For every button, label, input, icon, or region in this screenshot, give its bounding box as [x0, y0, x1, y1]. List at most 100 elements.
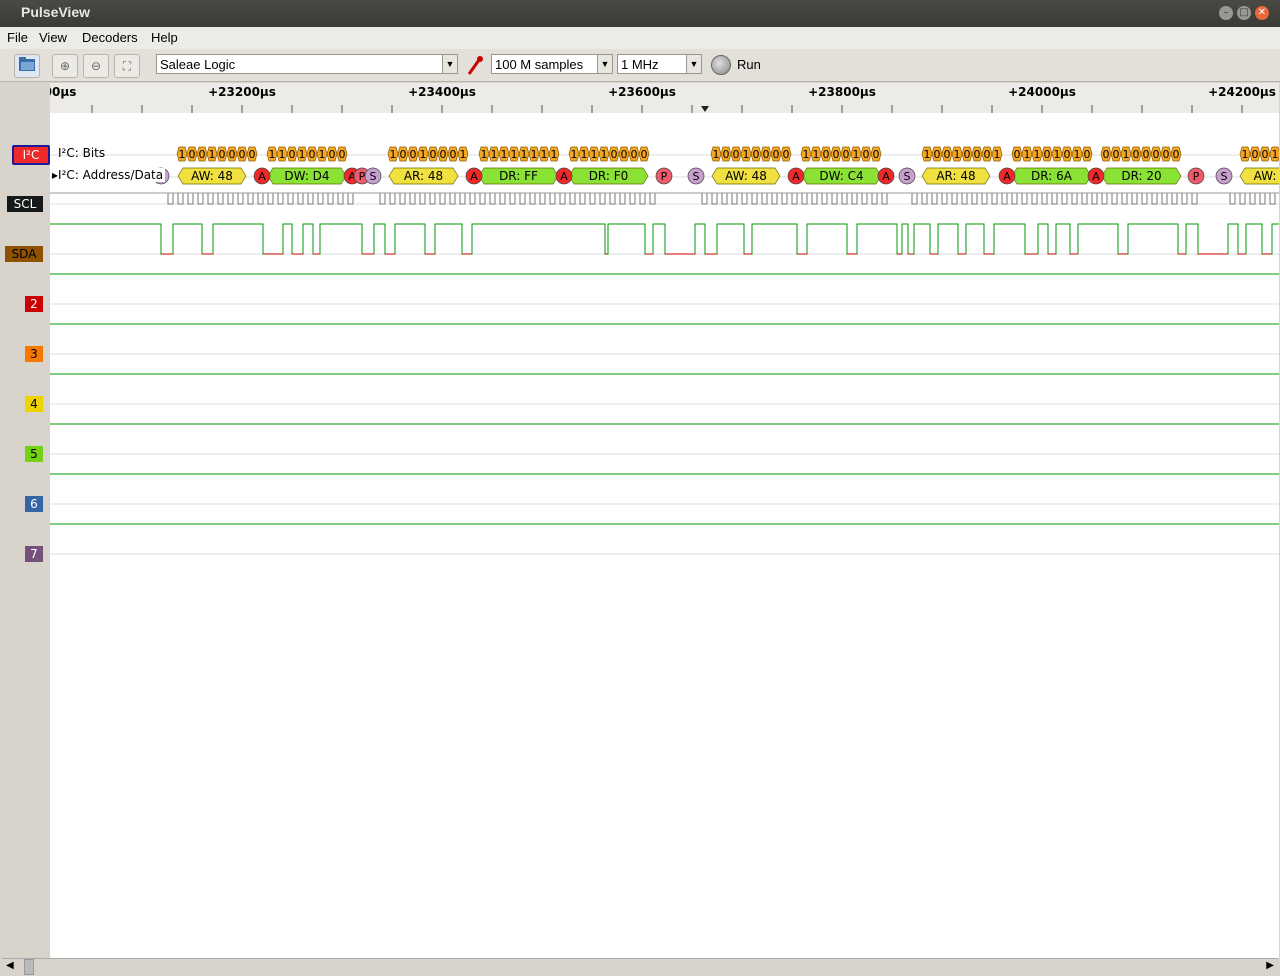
trace-ch3[interactable]: 3 — [25, 346, 43, 362]
scl-pulse — [569, 193, 576, 205]
scl-pulse — [1141, 193, 1148, 205]
bit-value: 1 — [1123, 148, 1130, 161]
scl-pulse — [327, 193, 334, 205]
scl-pulse — [931, 193, 938, 205]
scl-pulse — [1171, 193, 1178, 205]
close-icon[interactable]: ✕ — [1255, 6, 1269, 20]
run-button[interactable] — [711, 55, 731, 75]
scl-pulse — [741, 193, 748, 205]
bit-value: 1 — [319, 148, 326, 161]
waveform-canvas: 1001000011010100100100011111111111110000… — [50, 146, 1279, 555]
minimize-icon[interactable]: – — [1219, 6, 1233, 20]
bit-value: 0 — [1014, 148, 1021, 161]
menu-file[interactable]: File — [7, 30, 28, 45]
sda-trace — [50, 223, 1279, 255]
menu-help[interactable]: Help — [151, 30, 178, 45]
bit-value: 0 — [249, 148, 256, 161]
scl-pulse — [861, 193, 868, 205]
scl-pulse — [961, 193, 968, 205]
trace-sda[interactable]: SDA — [5, 246, 43, 262]
scl-pulse — [589, 193, 596, 205]
scl-pulse — [449, 193, 456, 205]
zoom-out-icon[interactable]: ⊖ — [83, 54, 109, 78]
bit-value: 0 — [339, 148, 346, 161]
bit-value: 1 — [481, 148, 488, 161]
frame-label: AW: 48 — [725, 169, 767, 183]
bit-value: 1 — [541, 148, 548, 161]
scl-pulse — [639, 193, 646, 205]
stop-marker: P — [359, 170, 366, 183]
bit-value: 0 — [199, 148, 206, 161]
frame-label: DR: 20 — [1121, 169, 1161, 183]
rate-select[interactable]: 1 MHz ▼ — [617, 54, 702, 74]
trace-ch2[interactable]: 2 — [25, 296, 43, 312]
scroll-left-icon[interactable]: ◀ — [6, 960, 14, 971]
horizontal-scrollbar[interactable]: ◀ ▶ — [2, 958, 1278, 975]
bit-value: 1 — [1024, 148, 1031, 161]
zoom-fit-icon[interactable]: ⛶ — [114, 54, 140, 78]
ruler-tick-label: +24000µs — [1008, 85, 1076, 99]
trace-ch4-label: 4 — [30, 397, 38, 411]
frame-label: AR: 48 — [936, 169, 975, 183]
bit-value: 1 — [591, 148, 598, 161]
scroll-thumb[interactable] — [24, 959, 34, 975]
ruler-tick-label: +23400µs — [408, 85, 476, 99]
scl-pulse — [1091, 193, 1098, 205]
frame-label: AW: — [1254, 169, 1277, 183]
bit-value: 0 — [763, 148, 770, 161]
samples-select[interactable]: 100 M samples ▼ — [491, 54, 613, 74]
trace-scl[interactable]: SCL — [7, 196, 43, 212]
device-select[interactable]: Saleae Logic ▼ — [156, 54, 458, 74]
bit-value: 1 — [853, 148, 860, 161]
trace-view[interactable]: 1001000011010100100100011111111111110000… — [50, 113, 1279, 958]
scl-pulse — [479, 193, 486, 205]
scl-pulse — [1071, 193, 1078, 205]
run-label[interactable]: Run — [737, 57, 761, 72]
trace-ch4[interactable]: 4 — [25, 396, 43, 412]
time-ruler[interactable]: 00µs +23200µs +23400µs +23600µs +23800µs… — [50, 83, 1279, 114]
scl-pulse — [529, 193, 536, 205]
trace-ch7[interactable]: 7 — [25, 546, 43, 562]
scl-pulse — [1121, 193, 1128, 205]
stop-marker: P — [661, 170, 668, 183]
ack-marker: A — [1003, 170, 1011, 183]
scl-pulse — [1101, 193, 1108, 205]
decoder-bits-row: 1001000011010100100100011111111111110000… — [176, 146, 1279, 162]
probe-config-icon[interactable] — [465, 54, 485, 76]
trace-ch6[interactable]: 6 — [25, 496, 43, 512]
bit-value: 0 — [440, 148, 447, 161]
bit-value: 1 — [390, 148, 397, 161]
scl-pulse — [429, 193, 436, 205]
frame-label: DR: FF — [499, 169, 538, 183]
menu-view[interactable]: View — [39, 30, 67, 45]
scl-pulse — [831, 193, 838, 205]
bit-value: 1 — [994, 148, 1001, 161]
scroll-right-icon[interactable]: ▶ — [1266, 960, 1274, 971]
decoder-row-bits-label: I²C: Bits — [58, 146, 106, 160]
bit-value: 0 — [984, 148, 991, 161]
scl-pulse — [761, 193, 768, 205]
zoom-in-icon[interactable]: ⊕ — [52, 54, 78, 78]
scl-pulse — [1061, 193, 1068, 205]
open-file-icon[interactable] — [14, 54, 40, 78]
bit-value: 1 — [279, 148, 286, 161]
scl-pulse — [1239, 193, 1246, 205]
trace-i2c-decoder[interactable]: I²C — [12, 145, 50, 165]
scl-pulse — [317, 193, 324, 205]
scl-pulse — [981, 193, 988, 205]
menu-decoders[interactable]: Decoders — [82, 30, 138, 45]
bit-value: 0 — [641, 148, 648, 161]
scl-pulse — [489, 193, 496, 205]
bit-value: 1 — [521, 148, 528, 161]
bit-value: 0 — [934, 148, 941, 161]
scl-pulse — [459, 193, 466, 205]
bit-value: 0 — [1173, 148, 1180, 161]
scl-pulse — [801, 193, 808, 205]
scl-pulse — [851, 193, 858, 205]
bit-value: 1 — [713, 148, 720, 161]
device-select-value: Saleae Logic — [160, 57, 236, 72]
scl-pulse — [711, 193, 718, 205]
trace-ch5[interactable]: 5 — [25, 446, 43, 462]
bit-value: 0 — [621, 148, 628, 161]
maximize-icon[interactable]: □ — [1237, 6, 1251, 20]
